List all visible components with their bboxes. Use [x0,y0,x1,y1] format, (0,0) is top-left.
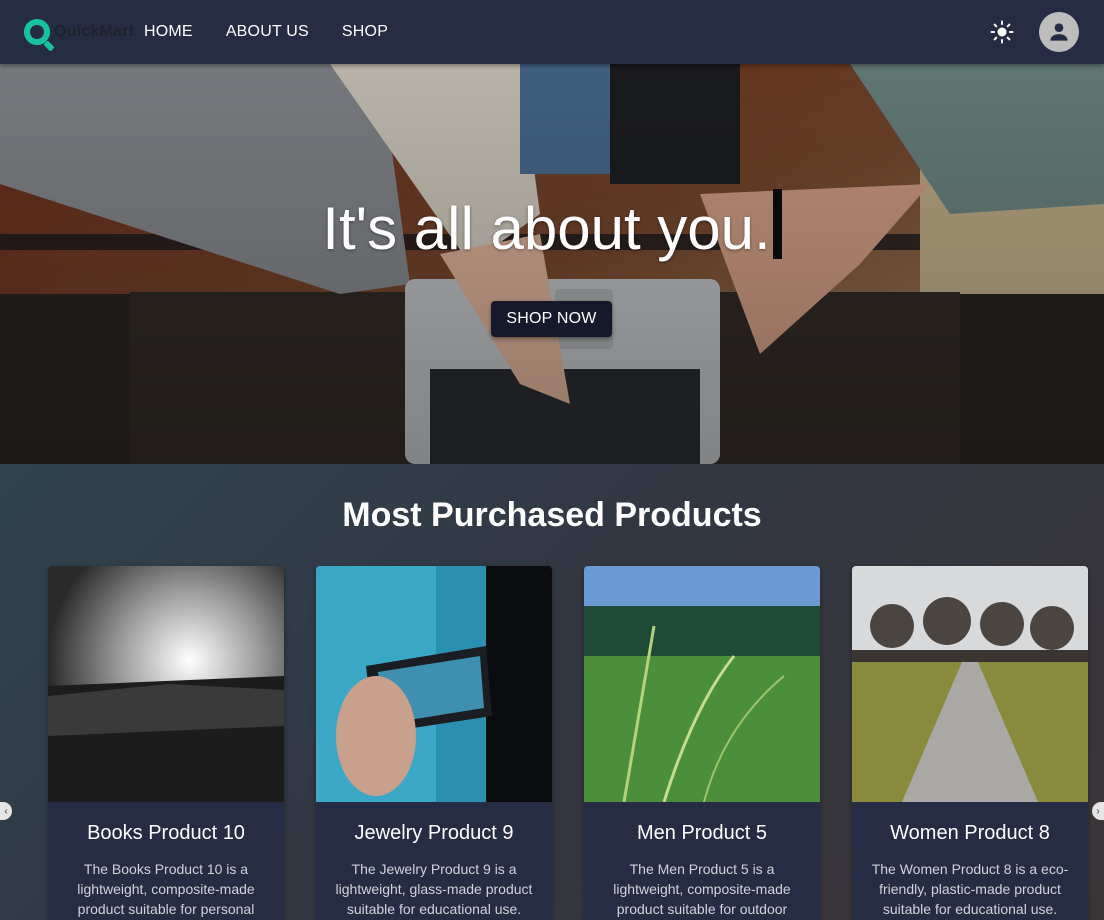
hero-background-image [0,64,1104,464]
most-purchased-section: Most Purchased Products ‹ › Books Produc… [0,464,1104,920]
hero-title-text: It's all about you. [322,195,771,262]
shop-now-button[interactable]: SHOP NOW [491,301,612,337]
product-image [48,566,284,802]
product-image [584,566,820,802]
product-description: The Women Product 8 is a eco-friendly, p… [871,861,1069,917]
section-title: Most Purchased Products [342,496,762,534]
logo[interactable]: QuickMart [24,16,134,48]
product-card[interactable]: Men Product 5 The Men Product 5 is a lig… [584,566,820,920]
product-name: Women Product 8 [890,822,1050,844]
carousel-next-button[interactable]: › [1092,802,1104,820]
product-name: Jewelry Product 9 [354,822,514,844]
nav-links: HOME ABOUT US SHOP [144,0,388,64]
theme-toggle-button[interactable] [988,18,1016,46]
nav-about-us[interactable]: ABOUT US [226,23,309,41]
product-card[interactable]: Jewelry Product 9 The Jewelry Product 9 … [316,566,552,920]
navbar: QuickMart HOME ABOUT US SHOP [0,0,1104,64]
product-description: The Books Product 10 is a lightweight, c… [77,861,255,917]
sun-icon [990,20,1014,44]
product-card[interactable]: Books Product 10 The Books Product 10 is… [48,566,284,920]
logo-text: QuickMart [54,23,135,40]
chevron-left-icon: ‹ [4,805,8,817]
user-avatar-button[interactable] [1039,12,1079,52]
nav-shop[interactable]: SHOP [342,23,388,41]
hero-title: It's all about you. [0,189,1104,263]
product-image [852,566,1088,802]
product-description: The Men Product 5 is a lightweight, comp… [613,861,791,917]
product-name: Books Product 10 [87,822,245,844]
person-icon [1050,23,1068,41]
nav-home[interactable]: HOME [144,23,193,41]
chevron-right-icon: › [1096,805,1100,817]
product-name: Men Product 5 [636,822,768,844]
typing-caret [772,189,782,259]
product-card[interactable]: Women Product 8 The Women Product 8 is a… [852,566,1088,920]
carousel-prev-button[interactable]: ‹ [0,802,12,820]
product-image [316,566,552,802]
product-description: The Jewelry Product 9 is a lightweight, … [335,861,533,917]
hero-banner: It's all about you. SHOP NOW [0,64,1104,464]
logo-mark-icon [24,19,50,45]
